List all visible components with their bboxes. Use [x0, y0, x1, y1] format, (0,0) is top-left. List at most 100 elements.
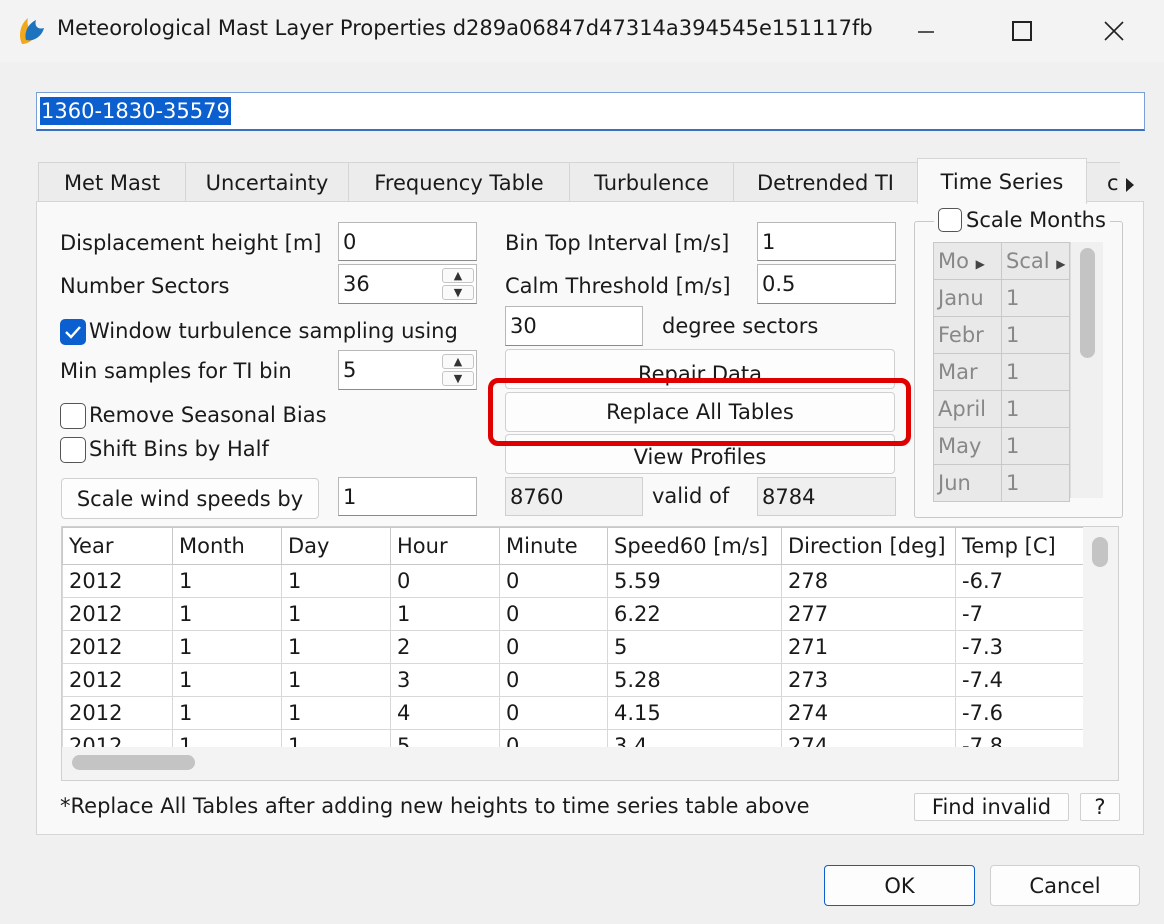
table-row[interactable]: 2012 1 1 2 0 5 271 -7.3 [62, 630, 1084, 664]
cell[interactable]: 5 [607, 630, 782, 664]
cell[interactable]: 1 [281, 663, 391, 697]
minimize-button[interactable] [906, 12, 946, 50]
cell[interactable]: 5.59 [607, 564, 782, 598]
scale-months-col-month[interactable]: Mo ▶ [933, 242, 1002, 280]
cell[interactable]: -7.6 [955, 696, 1084, 730]
cell[interactable]: 2012 [62, 630, 173, 664]
col-year[interactable]: Year [62, 527, 173, 565]
calm-threshold-input[interactable]: 0.5 [757, 264, 896, 304]
cell[interactable]: 277 [781, 597, 956, 631]
close-button[interactable] [1094, 12, 1134, 50]
cell[interactable]: 1 [281, 630, 391, 664]
cell[interactable]: 1 [281, 696, 391, 730]
find-invalid-button[interactable]: Find invalid [914, 793, 1069, 821]
cell[interactable]: 278 [781, 564, 956, 598]
table-row[interactable]: 2012 1 1 3 0 5.28 273 -7.4 [62, 663, 1084, 697]
cancel-button[interactable]: Cancel [990, 865, 1140, 906]
layer-name-input[interactable]: 1360-1830-35579 [36, 92, 1145, 131]
scale-months-checkbox[interactable] [938, 208, 962, 232]
tab-overflow[interactable]: c [1086, 162, 1120, 202]
ok-button[interactable]: OK [824, 865, 975, 906]
scale-cell[interactable]: 1 [1001, 390, 1070, 428]
scale-cell[interactable]: 1 [1001, 464, 1070, 502]
shift-bins-checkbox[interactable] [60, 437, 86, 463]
col-hour[interactable]: Hour [390, 527, 500, 565]
vertical-scrollbar[interactable] [1083, 527, 1118, 747]
cell[interactable]: 4.15 [607, 696, 782, 730]
cell[interactable]: 0 [499, 597, 608, 631]
cell[interactable]: 0 [499, 663, 608, 697]
scrollbar-thumb[interactable] [72, 755, 195, 770]
tab-detrended-ti[interactable]: Detrended TI [733, 162, 918, 202]
spin-down-icon[interactable]: ▼ [442, 371, 474, 386]
cell[interactable]: 1 [172, 564, 282, 598]
col-speed60[interactable]: Speed60 [m/s] [607, 527, 782, 565]
spin-down-icon[interactable]: ▼ [442, 285, 474, 300]
col-minute[interactable]: Minute [499, 527, 608, 565]
table-row[interactable]: Janu 1 [933, 279, 1070, 317]
col-month[interactable]: Month [172, 527, 282, 565]
cell[interactable]: 2012 [62, 564, 173, 598]
cell[interactable]: 2012 [62, 663, 173, 697]
cell[interactable]: 1 [172, 630, 282, 664]
cell[interactable]: 5.28 [607, 663, 782, 697]
table-row[interactable]: 2012 1 1 1 0 6.22 277 -7 [62, 597, 1084, 631]
scrollbar-thumb[interactable] [1080, 248, 1095, 358]
cell[interactable]: 0 [499, 696, 608, 730]
cell[interactable]: 1 [281, 564, 391, 598]
horizontal-scrollbar[interactable] [62, 747, 1118, 780]
cell[interactable]: 1 [172, 663, 282, 697]
cell[interactable]: 0 [499, 630, 608, 664]
cell[interactable]: 0 [499, 564, 608, 598]
scale-months-scrollbar[interactable] [1070, 242, 1103, 498]
col-direction[interactable]: Direction [deg] [781, 527, 956, 565]
tab-scroll-right-icon[interactable] [1120, 170, 1140, 200]
table-row[interactable]: Mar 1 [933, 353, 1070, 391]
scale-wind-speeds-button[interactable]: Scale wind speeds by [61, 478, 319, 519]
cell[interactable]: 2012 [62, 696, 173, 730]
remove-seasonal-bias-checkbox[interactable] [60, 403, 86, 429]
cell[interactable]: 1 [390, 597, 500, 631]
scale-cell[interactable]: 1 [1001, 279, 1070, 317]
table-row[interactable]: Jun 1 [933, 464, 1070, 502]
cell[interactable]: 2 [390, 630, 500, 664]
cell[interactable]: 2012 [62, 597, 173, 631]
spin-up-icon[interactable]: ▲ [442, 354, 474, 369]
cell[interactable]: -7 [955, 597, 1084, 631]
cell[interactable]: 6.22 [607, 597, 782, 631]
cell[interactable]: -7.4 [955, 663, 1084, 697]
table-row[interactable]: April 1 [933, 390, 1070, 428]
cell[interactable]: 273 [781, 663, 956, 697]
cell[interactable]: 4 [390, 696, 500, 730]
number-sectors-stepper[interactable]: 36 ▲ ▼ [338, 264, 477, 304]
cell[interactable]: 271 [781, 630, 956, 664]
scale-cell[interactable]: 1 [1001, 427, 1070, 465]
cell[interactable]: -6.7 [955, 564, 1084, 598]
tab-frequency-table[interactable]: Frequency Table [348, 162, 570, 202]
table-row[interactable]: Febr 1 [933, 316, 1070, 354]
tab-time-series[interactable]: Time Series [917, 158, 1087, 204]
scale-wind-speeds-input[interactable]: 1 [338, 477, 477, 516]
cell[interactable]: 1 [172, 597, 282, 631]
tab-uncertainty[interactable]: Uncertainty [185, 162, 349, 202]
tab-met-mast[interactable]: Met Mast [38, 162, 186, 202]
window-sectors-input[interactable]: 30 [505, 306, 643, 346]
col-day[interactable]: Day [281, 527, 391, 565]
scrollbar-thumb[interactable] [1092, 537, 1108, 567]
tab-turbulence[interactable]: Turbulence [569, 162, 734, 202]
cell[interactable]: 274 [781, 696, 956, 730]
cell[interactable]: 3 [390, 663, 500, 697]
bin-top-interval-input[interactable]: 1 [757, 222, 896, 261]
table-row[interactable]: 2012 1 1 0 0 5.59 278 -6.7 [62, 564, 1084, 598]
displacement-height-input[interactable]: 0 [338, 222, 477, 261]
window-turbulence-checkbox[interactable] [60, 319, 86, 345]
spin-up-icon[interactable]: ▲ [442, 268, 474, 283]
col-temp[interactable]: Temp [C] [955, 527, 1084, 565]
scale-cell[interactable]: 1 [1001, 316, 1070, 354]
table-row[interactable]: May 1 [933, 427, 1070, 465]
maximize-button[interactable] [1002, 12, 1042, 50]
cell[interactable]: -7.3 [955, 630, 1084, 664]
cell[interactable]: 0 [390, 564, 500, 598]
scale-months-col-scale[interactable]: Scal ▶ [1001, 242, 1070, 280]
scale-cell[interactable]: 1 [1001, 353, 1070, 391]
